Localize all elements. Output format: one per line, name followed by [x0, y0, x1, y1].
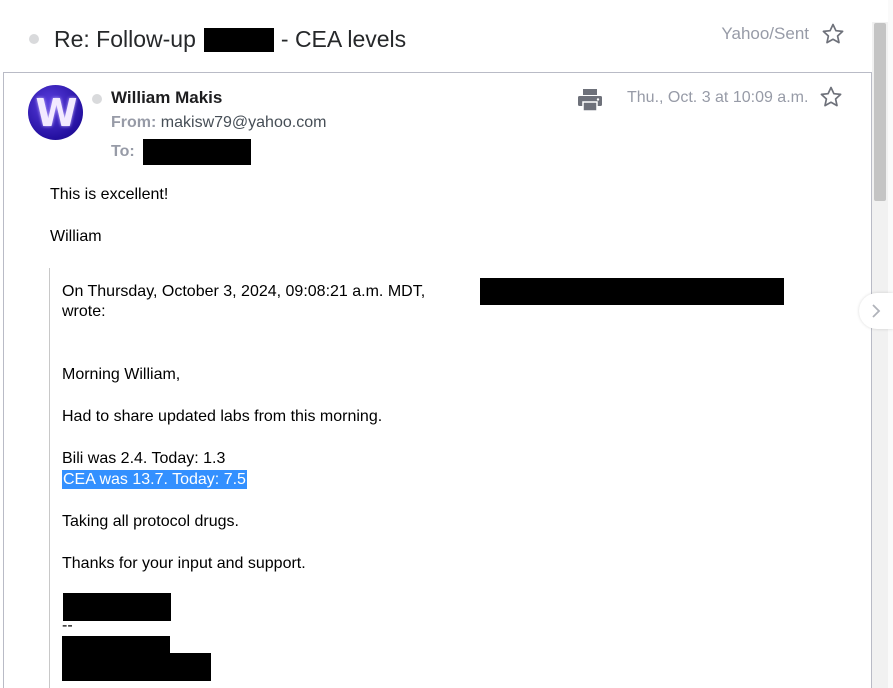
- quote-header-line-1: On Thursday, October 3, 2024, 09:08:21 a…: [62, 283, 426, 300]
- avatar: W: [28, 85, 83, 140]
- chevron-right-icon: [872, 304, 881, 318]
- to-line: To:: [111, 139, 251, 165]
- signature-redaction-3: [62, 653, 211, 681]
- next-message-button[interactable]: [859, 293, 893, 329]
- print-icon[interactable]: [577, 88, 603, 112]
- from-address[interactable]: makisw79@yahoo.com: [161, 114, 327, 131]
- quote-sender-redaction: [480, 278, 784, 305]
- signature-redaction-1: [63, 593, 171, 621]
- to-label: To:: [111, 143, 135, 160]
- avatar-letter: W: [35, 90, 78, 135]
- message-date: Thu., Oct. 3 at 10:09 a.m.: [627, 89, 809, 106]
- quote-header-line-2: wrote:: [62, 303, 106, 320]
- body-line-1: This is excellent!: [50, 186, 169, 203]
- unread-dot: [29, 34, 39, 44]
- scrollbar[interactable]: [872, 22, 888, 688]
- quote-paragraph-1: Had to share updated labs from this morn…: [62, 408, 383, 425]
- star-icon[interactable]: [819, 85, 843, 109]
- thread-header: Re: Follow-up - CEA levels Yahoo/Sent: [0, 0, 893, 72]
- folder-label[interactable]: Yahoo/Sent: [721, 24, 809, 44]
- subject-prefix: Re: Follow-up: [54, 26, 196, 52]
- subject-redaction: [203, 27, 274, 52]
- thread-subject: Re: Follow-up - CEA levels: [54, 26, 406, 53]
- from-line: From: makisw79@yahoo.com: [111, 114, 326, 132]
- to-redaction: [142, 139, 251, 165]
- window-edge: [888, 0, 893, 688]
- star-icon[interactable]: [821, 22, 845, 46]
- quote-cea-line: CEA was 13.7. Today: 7.5: [62, 470, 247, 489]
- signature-separator: --: [62, 617, 73, 634]
- from-label: From:: [111, 114, 157, 131]
- quote-greeting: Morning William,: [62, 366, 181, 383]
- status-dot: [92, 94, 102, 104]
- body-signature: William: [50, 228, 102, 245]
- subject-suffix: - CEA levels: [280, 26, 407, 52]
- selected-text: CEA was 13.7. Today: 7.5: [62, 470, 247, 489]
- quote-bili-line: Bili was 2.4. Today: 1.3: [62, 450, 226, 467]
- quote-paragraph-4: Thanks for your input and support.: [62, 555, 306, 572]
- quote-bar: [49, 268, 50, 688]
- quote-paragraph-3: Taking all protocol drugs.: [62, 513, 239, 530]
- sender-name[interactable]: William Makis: [111, 88, 222, 108]
- quote-header: On Thursday, October 3, 2024, 09:08:21 a…: [62, 278, 784, 322]
- scrollbar-thumb[interactable]: [874, 23, 886, 201]
